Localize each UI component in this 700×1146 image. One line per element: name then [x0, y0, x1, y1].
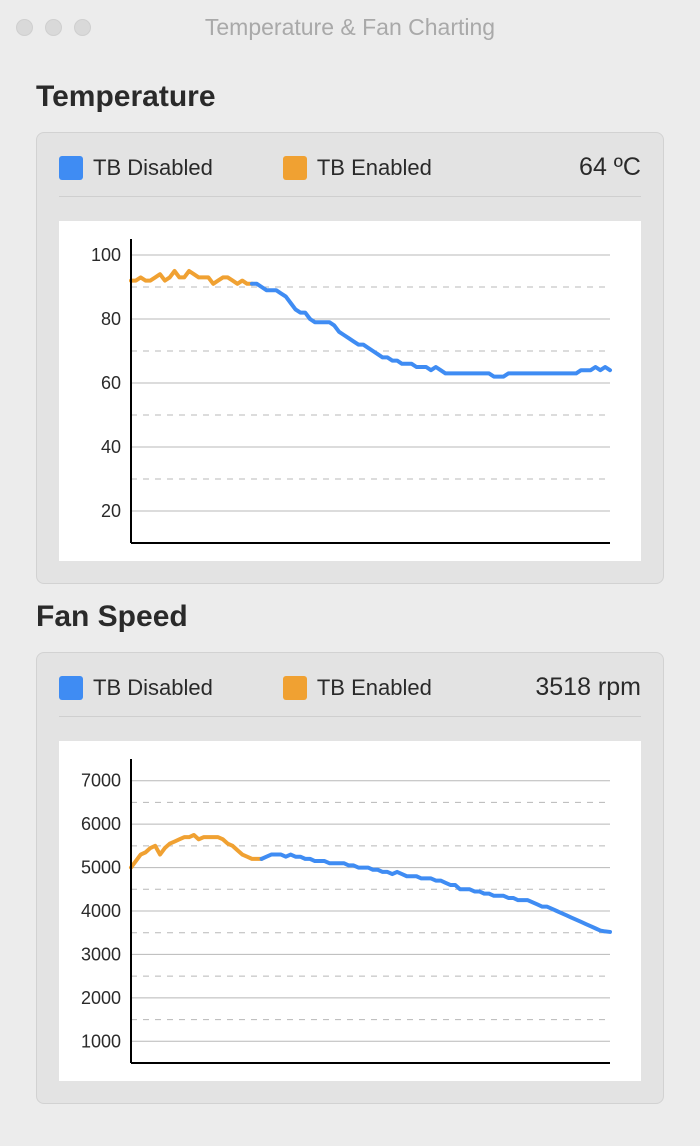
swatch-tb-enabled [283, 156, 307, 180]
svg-text:2000: 2000 [81, 988, 121, 1008]
svg-text:5000: 5000 [81, 858, 121, 878]
zoom-window-button[interactable] [74, 19, 91, 36]
legend-tb-disabled-fan: TB Disabled [59, 675, 213, 701]
svg-text:100: 100 [91, 245, 121, 265]
svg-text:80: 80 [101, 309, 121, 329]
swatch-tb-disabled-fan [59, 676, 83, 700]
temperature-legend-row: TB Disabled TB Enabled 64 ºC [59, 153, 641, 197]
legend-tb-disabled: TB Disabled [59, 155, 213, 181]
svg-text:7000: 7000 [81, 771, 121, 791]
minimize-window-button[interactable] [45, 19, 62, 36]
fan-chart: 1000 2000 3000 4000 5000 6000 7000 [59, 741, 641, 1081]
main-content: Temperature TB Disabled TB Enabled 64 ºC… [0, 54, 700, 1124]
swatch-tb-enabled-fan [283, 676, 307, 700]
titlebar: Temperature & Fan Charting [0, 0, 700, 54]
window-title: Temperature & Fan Charting [0, 14, 700, 41]
legend-label-tb-enabled: TB Enabled [317, 155, 432, 181]
svg-text:60: 60 [101, 373, 121, 393]
fan-section-title: Fan Speed [36, 600, 664, 634]
close-window-button[interactable] [16, 19, 33, 36]
fan-chart-svg: 1000 2000 3000 4000 5000 6000 7000 [71, 753, 616, 1073]
swatch-tb-disabled [59, 156, 83, 180]
temperature-readout: 64 ºC [579, 153, 641, 182]
svg-text:3000: 3000 [81, 944, 121, 964]
svg-text:1000: 1000 [81, 1031, 121, 1051]
fan-panel: TB Disabled TB Enabled 3518 rpm 1000 2000… [36, 652, 664, 1104]
legend-label-tb-disabled-fan: TB Disabled [93, 675, 213, 701]
temperature-chart-svg: 20 40 60 80 100 [71, 233, 616, 553]
legend-tb-enabled-fan: TB Enabled [283, 675, 432, 701]
fan-legend-row: TB Disabled TB Enabled 3518 rpm [59, 673, 641, 717]
svg-text:20: 20 [101, 501, 121, 521]
legend-label-tb-disabled: TB Disabled [93, 155, 213, 181]
svg-text:40: 40 [101, 437, 121, 457]
temperature-chart: 20 40 60 80 100 [59, 221, 641, 561]
temperature-panel: TB Disabled TB Enabled 64 ºC 20 40 60 80 100 [36, 132, 664, 584]
window-controls [16, 19, 91, 36]
svg-text:4000: 4000 [81, 901, 121, 921]
temperature-section-title: Temperature [36, 80, 664, 114]
fan-readout: 3518 rpm [535, 673, 641, 702]
svg-text:6000: 6000 [81, 814, 121, 834]
legend-label-tb-enabled-fan: TB Enabled [317, 675, 432, 701]
legend-tb-enabled: TB Enabled [283, 155, 432, 181]
